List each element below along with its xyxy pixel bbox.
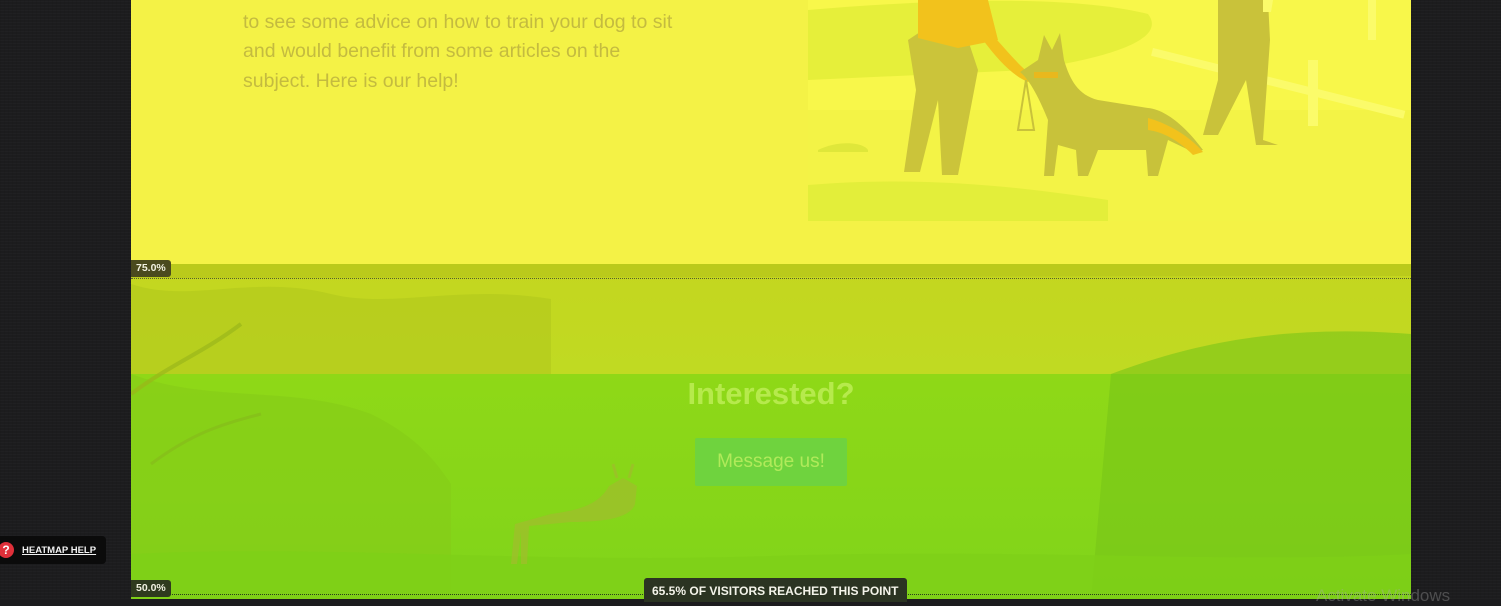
activate-windows-watermark: Activate Windows xyxy=(1316,586,1451,605)
intro-line: to see some advice on how to train your … xyxy=(243,10,673,33)
cta-section: Interested? Message us! xyxy=(131,264,1411,599)
intro-line-cut xyxy=(243,0,683,8)
page-canvas[interactable]: to see some advice on how to train your … xyxy=(131,0,1411,599)
message-us-button[interactable]: Message us! xyxy=(695,438,847,486)
scroll-depth-75-label: 75.0% xyxy=(131,260,171,277)
question-icon: ? xyxy=(0,542,14,558)
scroll-depth-75-line xyxy=(131,278,1411,279)
intro-line: and would benefit from some articles on … xyxy=(243,40,621,62)
intro-paragraph: to see some advice on how to train your … xyxy=(243,0,683,96)
intro-line: subject. Here is our help! xyxy=(243,69,459,92)
cta-title: Interested? xyxy=(687,376,855,411)
dog-training-illustration xyxy=(808,0,1411,221)
intro-section: to see some advice on how to train your … xyxy=(131,0,1411,264)
meadow-background-image xyxy=(131,264,1411,599)
scroll-depth-50-label: 50.0% xyxy=(131,580,171,597)
heatmap-help-button[interactable]: ? HEATMAP HELP xyxy=(0,536,107,564)
visitors-reached-badge: 65.5% OF VISITORS REACHED THIS POINT xyxy=(644,578,907,602)
heatmap-help-label: HEATMAP HELP xyxy=(22,544,97,556)
